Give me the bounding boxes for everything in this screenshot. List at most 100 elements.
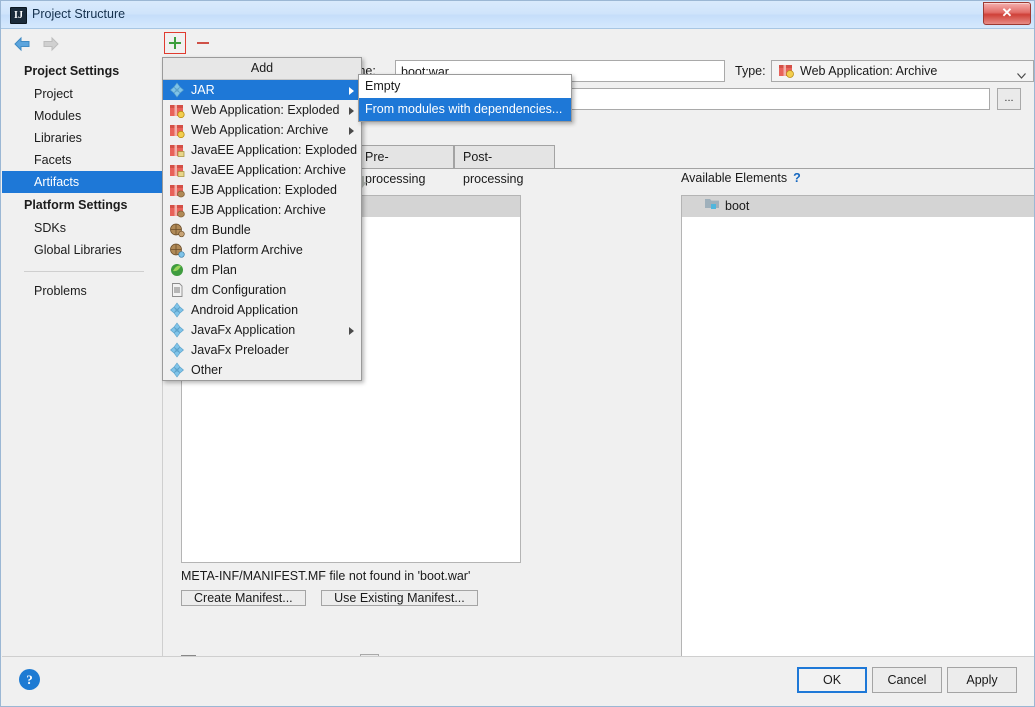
menu-item-dm-platform-archive-label: dm Platform Archive	[191, 243, 303, 257]
javafx-icon	[169, 342, 185, 358]
menu-item-web-archive-label: Web Application: Archive	[191, 123, 329, 137]
submenu-arrow-icon	[349, 87, 354, 95]
menu-item-dm-bundle[interactable]: dm Bundle	[163, 220, 361, 240]
create-manifest-button[interactable]: Create Manifest...	[181, 590, 306, 606]
add-artifact-button[interactable]	[167, 35, 183, 51]
module-folder-icon	[704, 196, 720, 218]
manifest-section: META-INF/MANIFEST.MF file not found in '…	[181, 569, 521, 606]
web-archive-icon	[778, 62, 794, 81]
apply-button[interactable]: Apply	[947, 667, 1017, 693]
menu-item-other-label: Other	[191, 363, 223, 377]
settings-sidebar: Project Settings Project Modules Librari…	[2, 59, 163, 659]
chevron-down-icon	[1017, 68, 1026, 79]
menu-item-ejb-archive[interactable]: EJB Application: Archive	[163, 200, 361, 220]
menu-item-other[interactable]: Other	[163, 360, 361, 380]
menu-item-ejb-archive-label: EJB Application: Archive	[191, 203, 326, 217]
use-existing-manifest-button[interactable]: Use Existing Manifest...	[321, 590, 478, 606]
dm-config-icon	[169, 282, 185, 298]
menu-item-dm-platform-archive[interactable]: dm Platform Archive	[163, 240, 361, 260]
ejb-exploded-icon	[169, 182, 185, 198]
sidebar-item-sdks[interactable]: SDKs	[2, 217, 162, 239]
android-icon	[169, 302, 185, 318]
help-icon[interactable]: ?	[19, 669, 40, 690]
sidebar-item-problems[interactable]: Problems	[2, 280, 162, 302]
menu-item-dm-configuration[interactable]: dm Configuration	[163, 280, 361, 300]
submenu-arrow-icon	[349, 127, 354, 135]
cancel-button[interactable]: Cancel	[872, 667, 942, 693]
project-structure-dialog: IJ Project Structure ✕ Project Settings …	[0, 0, 1035, 707]
sidebar-item-global-libraries[interactable]: Global Libraries	[2, 239, 162, 261]
submenu-arrow-icon	[349, 107, 354, 115]
back-arrow-icon[interactable]	[13, 36, 31, 52]
dm-platform-icon	[169, 242, 185, 258]
menu-item-dm-plan[interactable]: dm Plan	[163, 260, 361, 280]
sidebar-item-libraries[interactable]: Libraries	[2, 127, 162, 149]
javaee-archive-icon	[169, 162, 185, 178]
title-bar: IJ Project Structure ✕	[1, 1, 1034, 29]
forward-arrow-icon	[42, 36, 60, 52]
available-elements-tree[interactable]: boot	[681, 195, 1034, 684]
remove-artifact-button[interactable]	[195, 35, 211, 51]
menu-item-jar[interactable]: JAR	[163, 80, 361, 100]
artifact-type-combo[interactable]: Web Application: Archive	[771, 60, 1034, 82]
jar-icon	[169, 82, 185, 98]
javafx-icon	[169, 322, 185, 338]
add-artifact-menu: Add JAR Web Application: Exploded Web Ap…	[162, 57, 362, 381]
menu-item-dm-plan-label: dm Plan	[191, 263, 237, 277]
available-elements-header: Available Elements?	[681, 171, 801, 185]
manifest-message: META-INF/MANIFEST.MF file not found in '…	[181, 569, 471, 583]
menu-item-dm-configuration-label: dm Configuration	[191, 283, 287, 297]
menu-item-javafx-application-label: JavaFx Application	[191, 323, 296, 337]
window-title: Project Structure	[32, 7, 126, 21]
jar-submenu: Empty From modules with dependencies...	[358, 74, 572, 122]
type-label: Type:	[735, 64, 766, 78]
other-icon	[169, 362, 185, 378]
javaee-exploded-icon	[169, 142, 185, 158]
tab-pre-processing[interactable]: Pre-processing	[356, 145, 454, 186]
menu-item-javafx-preloader-label: JavaFx Preloader	[191, 343, 289, 357]
available-row-boot-label: boot	[725, 199, 750, 213]
web-archive-icon	[169, 122, 185, 139]
menu-item-dm-bundle-label: dm Bundle	[191, 223, 251, 237]
available-elements-label: Available Elements	[681, 171, 788, 185]
available-row-boot[interactable]: boot	[682, 196, 1034, 217]
sidebar-item-modules[interactable]: Modules	[2, 105, 162, 127]
menu-item-web-exploded-label: Web Application: Exploded	[191, 103, 340, 117]
menu-item-ejb-exploded[interactable]: EJB Application: Exploded	[163, 180, 361, 200]
menu-item-javafx-application[interactable]: JavaFx Application	[163, 320, 361, 340]
web-exploded-icon	[169, 102, 185, 119]
submenu-item-from-modules[interactable]: From modules with dependencies...	[359, 98, 571, 121]
menu-item-javaee-archive[interactable]: JavaEE Application: Archive	[163, 160, 361, 180]
dialog-footer: ? OK Cancel Apply	[2, 656, 1034, 705]
menu-item-ejb-exploded-label: EJB Application: Exploded	[191, 183, 337, 197]
tab-post-processing[interactable]: Post-processing	[454, 145, 555, 186]
add-menu-title: Add	[163, 58, 361, 80]
menu-item-jar-label: JAR	[191, 83, 215, 97]
ok-button[interactable]: OK	[797, 667, 867, 693]
dm-bundle-icon	[169, 222, 185, 238]
browse-output-directory-button[interactable]: ...	[997, 88, 1021, 110]
dm-plan-icon	[169, 262, 185, 278]
menu-item-javaee-exploded-label: JavaEE Application: Exploded	[191, 143, 358, 157]
sidebar-item-project[interactable]: Project	[2, 83, 162, 105]
submenu-arrow-icon	[349, 327, 354, 335]
available-elements-help-icon[interactable]: ?	[793, 171, 801, 185]
menu-item-android-application[interactable]: Android Application	[163, 300, 361, 320]
artifact-type-value: Web Application: Archive	[800, 64, 938, 78]
sidebar-group-project-settings: Project Settings	[24, 64, 120, 78]
dialog-toolbar	[2, 29, 1034, 59]
menu-item-javaee-exploded[interactable]: JavaEE Application: Exploded	[163, 140, 361, 160]
ejb-archive-icon	[169, 202, 185, 218]
menu-item-web-exploded[interactable]: Web Application: Exploded	[163, 100, 361, 120]
menu-item-javaee-archive-label: JavaEE Application: Archive	[191, 163, 346, 177]
close-button[interactable]: ✕	[983, 2, 1031, 25]
submenu-item-empty[interactable]: Empty	[359, 75, 571, 98]
sidebar-item-artifacts[interactable]: Artifacts	[2, 171, 162, 193]
sidebar-group-platform-settings: Platform Settings	[24, 198, 128, 212]
menu-item-android-application-label: Android Application	[191, 303, 299, 317]
menu-item-web-archive[interactable]: Web Application: Archive	[163, 120, 361, 140]
app-icon: IJ	[10, 7, 27, 24]
sidebar-divider	[24, 271, 144, 272]
sidebar-item-facets[interactable]: Facets	[2, 149, 162, 171]
menu-item-javafx-preloader[interactable]: JavaFx Preloader	[163, 340, 361, 360]
